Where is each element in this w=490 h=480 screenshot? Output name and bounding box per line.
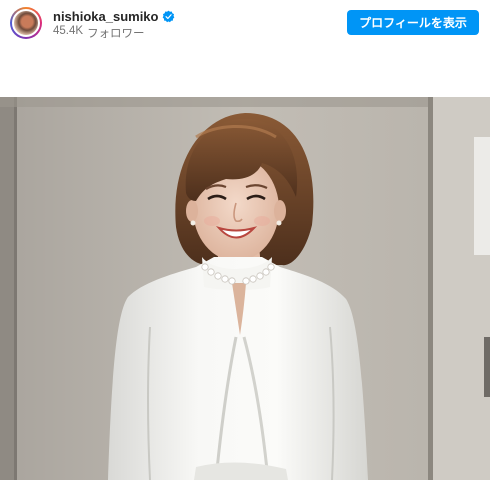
post-photo bbox=[0, 97, 490, 480]
follower-count: 45.4K フォロワー bbox=[53, 25, 145, 41]
verified-badge-icon bbox=[163, 10, 175, 23]
username-link[interactable]: nishioka_sumiko bbox=[53, 9, 158, 24]
post-photo-image bbox=[0, 97, 490, 480]
follower-count-label: フォロワー bbox=[87, 28, 145, 40]
view-profile-button[interactable]: プロフィールを表示 bbox=[347, 10, 479, 35]
profile-avatar[interactable] bbox=[10, 7, 42, 39]
follower-count-value: 45.4K bbox=[53, 25, 84, 37]
post-header: nishioka_sumiko 45.4K フォロワー プロフィールを表示 bbox=[0, 0, 490, 48]
avatar-image bbox=[12, 9, 40, 37]
username-row: nishioka_sumiko bbox=[53, 9, 175, 24]
